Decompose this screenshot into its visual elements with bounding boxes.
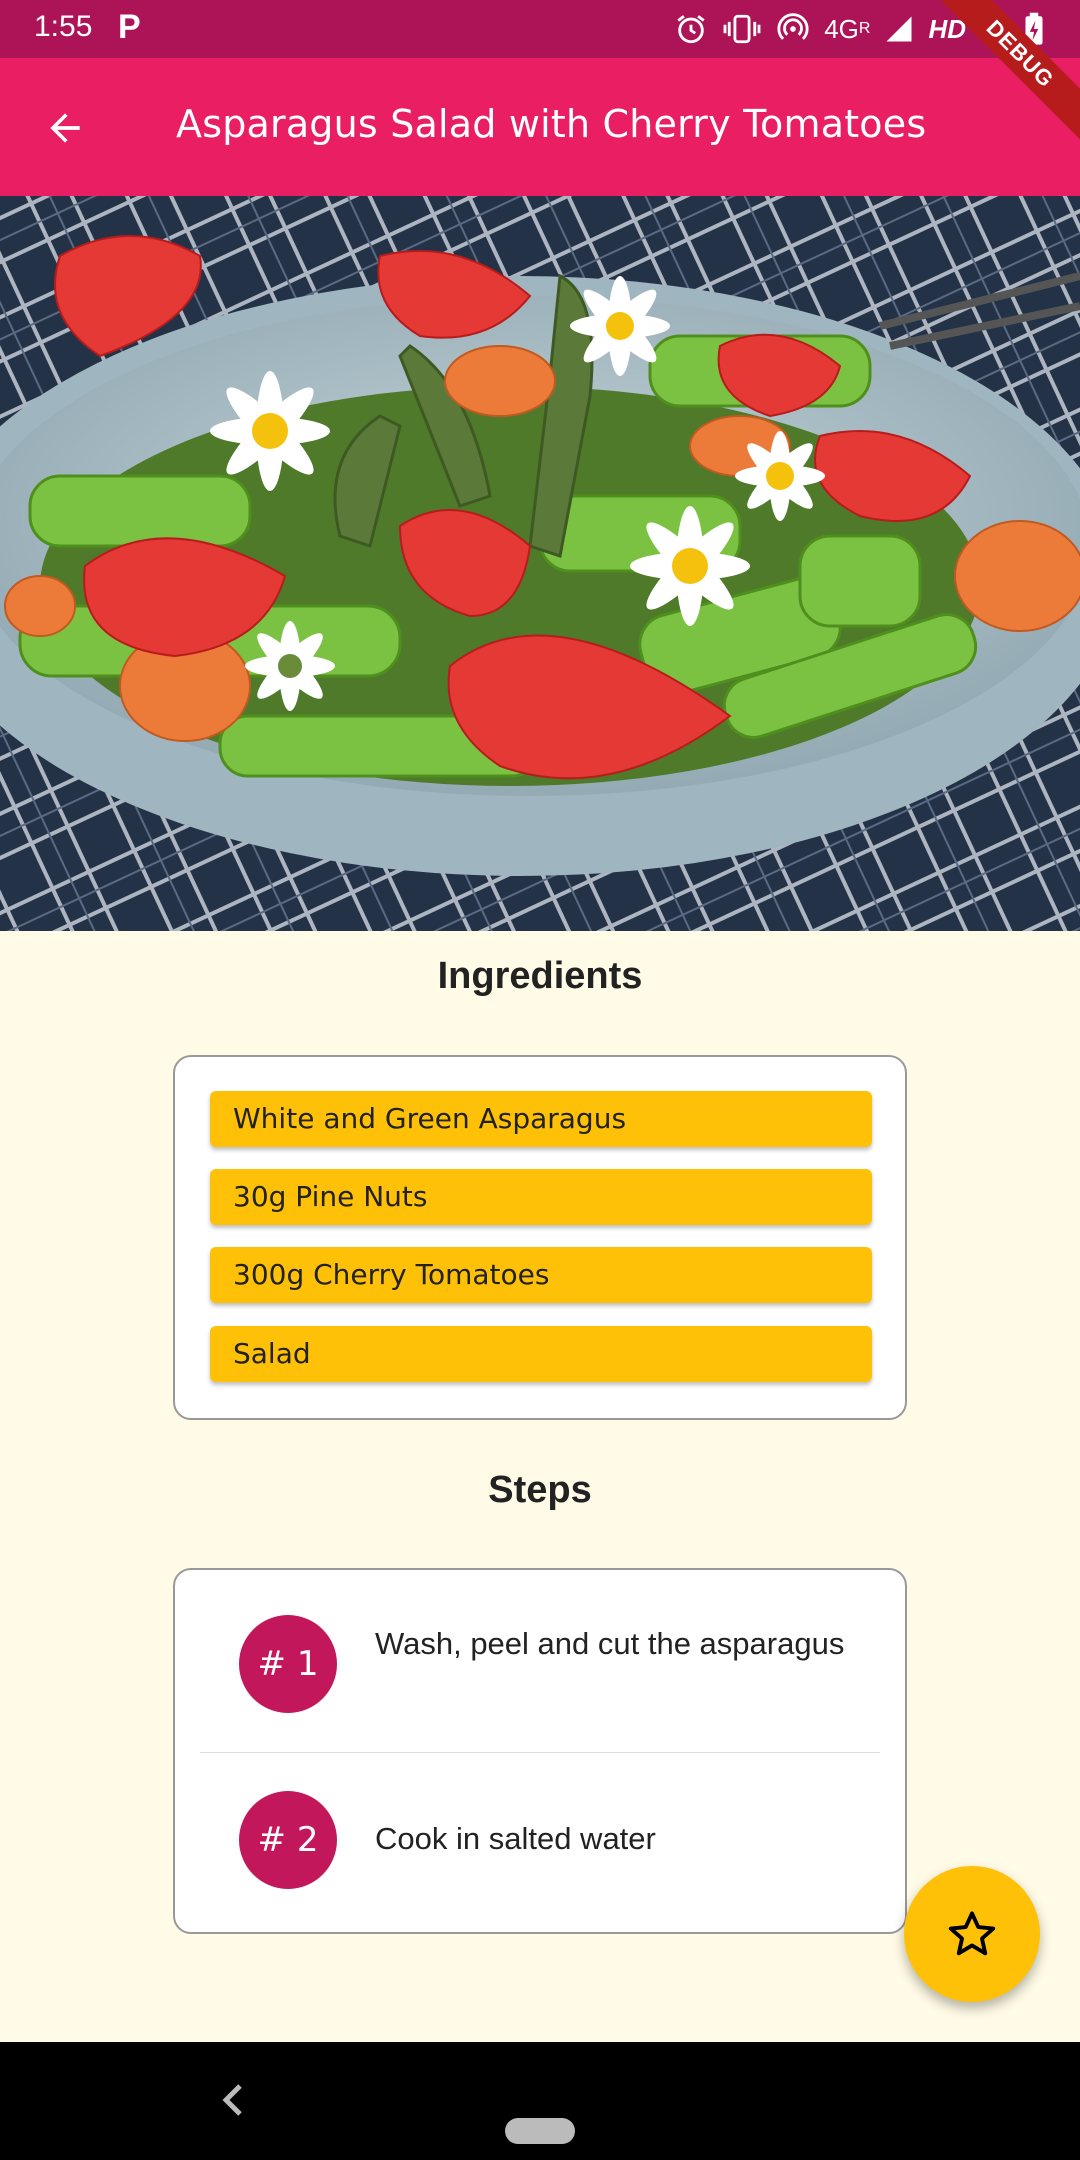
ingredients-card: White and Green Asparagus 30g Pine Nuts … (173, 1055, 907, 1420)
network-label: 4G R (824, 13, 871, 44)
signal-icon (884, 14, 914, 44)
chevron-left-icon (222, 2084, 242, 2116)
hotspot-icon (776, 12, 810, 46)
star-outline-icon (948, 1911, 996, 1956)
ingredient-item: 300g Cherry Tomatoes (210, 1247, 872, 1303)
nav-home-pill[interactable] (505, 2118, 575, 2144)
step-number-badge: # 1 (239, 1615, 337, 1713)
nav-back-button[interactable] (218, 2080, 248, 2124)
ingredients-heading: Ingredients (437, 955, 643, 997)
favorite-fab[interactable] (904, 1866, 1040, 2002)
page-title: Asparagus Salad with Cherry Tomatoes (176, 102, 927, 146)
step-list-item[interactable]: # 1 Wash, peel and cut the asparagus (175, 1570, 905, 1750)
step-number-badge: # 2 (239, 1791, 337, 1889)
app-bar: Asparagus Salad with Cherry Tomatoes (0, 58, 1080, 196)
step-text: Cook in salted water (375, 1821, 656, 1856)
ingredient-item: White and Green Asparagus (210, 1091, 872, 1147)
app-indicator-icon: P (118, 8, 141, 46)
steps-card: # 1 Wash, peel and cut the asparagus # 2… (173, 1568, 907, 1934)
ingredient-item: 30g Pine Nuts (210, 1169, 872, 1225)
vibrate-icon (722, 12, 762, 46)
arrow-back-icon (50, 113, 80, 143)
ingredient-item: Salad (210, 1326, 872, 1382)
step-text: Wash, peel and cut the asparagus (375, 1626, 845, 1661)
status-bar: 1:55 P 4G R HD (0, 0, 1080, 58)
system-nav-bar (0, 2042, 1080, 2160)
steps-heading: Steps (488, 1469, 592, 1511)
step-list-item[interactable]: # 2 Cook in salted water (175, 1753, 905, 1933)
recipe-image (0, 196, 1080, 931)
back-button[interactable] (30, 93, 100, 163)
status-time: 1:55 (34, 10, 93, 43)
alarm-icon (674, 12, 708, 46)
